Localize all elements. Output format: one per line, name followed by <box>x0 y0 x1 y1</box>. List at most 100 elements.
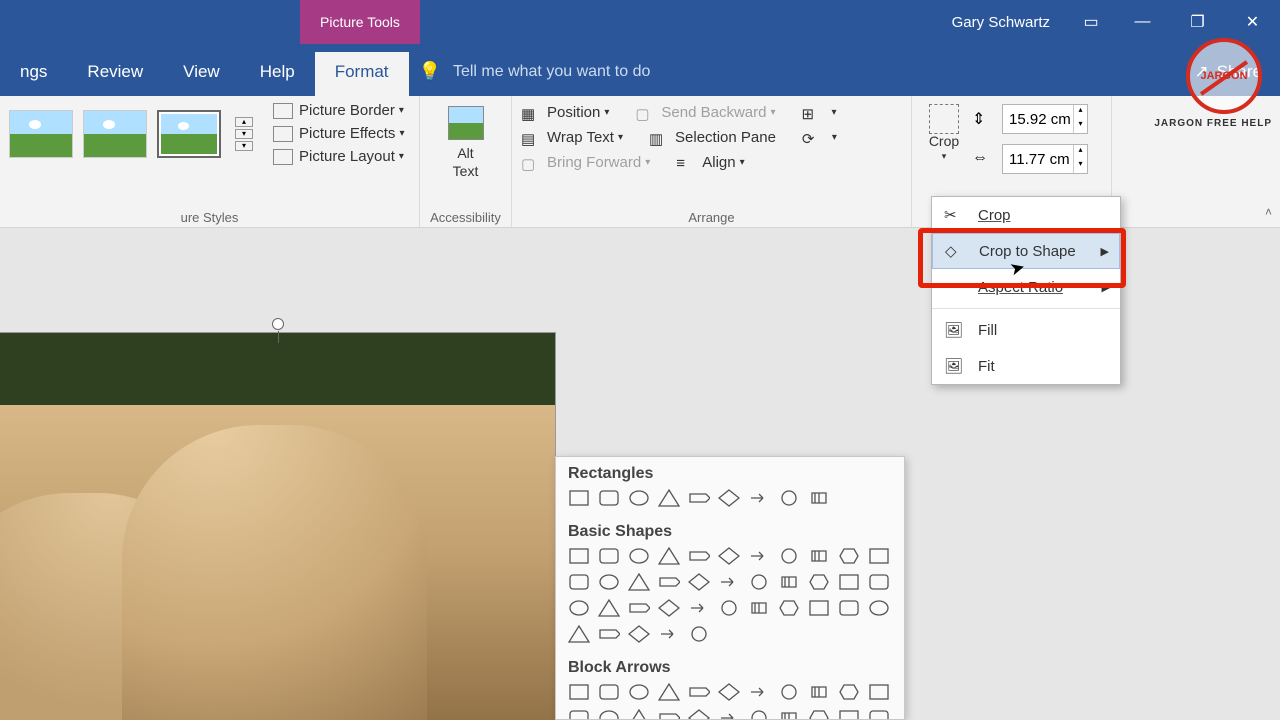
shape-option[interactable] <box>596 707 622 720</box>
shape-option[interactable] <box>866 707 892 720</box>
shape-option[interactable] <box>776 681 802 703</box>
rotate-button[interactable]: ⟳▾ <box>802 129 837 146</box>
shape-option[interactable] <box>686 487 712 509</box>
shape-option[interactable] <box>716 681 742 703</box>
tab-help[interactable]: Help <box>240 52 315 96</box>
shape-option[interactable] <box>806 487 832 509</box>
shape-option[interactable] <box>776 571 802 593</box>
shape-option[interactable] <box>656 597 682 619</box>
shape-option[interactable] <box>566 707 592 720</box>
shape-option[interactable] <box>716 707 742 720</box>
crop-menu-fill[interactable]: 🖼 Fill <box>932 312 1120 348</box>
shape-option[interactable] <box>566 681 592 703</box>
shape-option[interactable] <box>836 707 862 720</box>
shape-option[interactable] <box>656 707 682 720</box>
shape-option[interactable] <box>806 545 832 567</box>
shape-option[interactable] <box>746 681 772 703</box>
shape-option[interactable] <box>686 545 712 567</box>
wrap-text-button[interactable]: ▤Wrap Text▾ <box>521 129 623 146</box>
shape-option[interactable] <box>596 571 622 593</box>
shape-option[interactable] <box>716 571 742 593</box>
shape-option[interactable] <box>626 681 652 703</box>
user-name[interactable]: Gary Schwartz <box>952 14 1050 31</box>
maximize-button[interactable]: ❐ <box>1170 0 1225 44</box>
shape-option[interactable] <box>596 487 622 509</box>
width-input[interactable]: 11.77 cm▴▾ <box>1002 144 1088 174</box>
shape-option[interactable] <box>566 597 592 619</box>
tab-settings-partial[interactable]: ngs <box>0 52 67 96</box>
tab-view[interactable]: View <box>163 52 240 96</box>
shape-option[interactable] <box>596 545 622 567</box>
close-button[interactable]: ✕ <box>1225 0 1280 44</box>
shape-option[interactable] <box>776 597 802 619</box>
selected-picture[interactable] <box>0 333 555 720</box>
shape-option[interactable] <box>866 571 892 593</box>
shape-option[interactable] <box>746 597 772 619</box>
shape-option[interactable] <box>836 545 862 567</box>
minimize-button[interactable]: — <box>1115 0 1170 44</box>
tab-format[interactable]: Format <box>315 52 409 96</box>
crop-menu-fit[interactable]: 🖼 Fit <box>932 348 1120 384</box>
tell-me-search[interactable]: 💡 Tell me what you want to do <box>419 61 651 96</box>
tab-review[interactable]: Review <box>67 52 163 96</box>
shape-option[interactable] <box>866 597 892 619</box>
shape-option[interactable] <box>626 623 652 645</box>
shape-option[interactable] <box>806 571 832 593</box>
alt-text-button[interactable]: Alt Text <box>429 102 502 180</box>
shape-option[interactable] <box>566 487 592 509</box>
shape-option[interactable] <box>866 545 892 567</box>
picture-style-thumb-selected[interactable] <box>157 110 221 158</box>
picture-styles-more-button[interactable]: ▴▾▾ <box>235 117 253 151</box>
rotation-handle[interactable] <box>272 318 284 330</box>
picture-style-thumb[interactable] <box>9 110 73 158</box>
shape-option[interactable] <box>596 681 622 703</box>
shape-option[interactable] <box>806 707 832 720</box>
shape-option[interactable] <box>686 707 712 720</box>
shape-option[interactable] <box>716 597 742 619</box>
shape-option[interactable] <box>656 571 682 593</box>
shape-option[interactable] <box>746 571 772 593</box>
shape-option[interactable] <box>596 623 622 645</box>
shape-option[interactable] <box>686 681 712 703</box>
shape-option[interactable] <box>716 487 742 509</box>
shape-option[interactable] <box>836 597 862 619</box>
shape-option[interactable] <box>566 571 592 593</box>
collapse-ribbon-button[interactable]: ˄ <box>1265 205 1272 219</box>
shape-option[interactable] <box>656 623 682 645</box>
shape-option[interactable] <box>776 487 802 509</box>
contextual-tab-picture-tools[interactable]: Picture Tools <box>300 0 420 44</box>
shape-option[interactable] <box>776 707 802 720</box>
shape-option[interactable] <box>836 681 862 703</box>
shape-option[interactable] <box>626 487 652 509</box>
picture-layout-button[interactable]: Picture Layout▾ <box>273 148 404 165</box>
shape-option[interactable] <box>626 707 652 720</box>
shape-option[interactable] <box>596 597 622 619</box>
position-button[interactable]: ▦Position▾ <box>521 104 609 121</box>
shape-option[interactable] <box>656 487 682 509</box>
ribbon-display-options-icon[interactable]: ▭ <box>1067 0 1115 44</box>
crop-menu-crop-to-shape[interactable]: ◇ Crop to Shape ▶ <box>932 233 1120 269</box>
shape-option[interactable] <box>746 545 772 567</box>
shape-option[interactable] <box>566 623 592 645</box>
shape-option[interactable] <box>746 487 772 509</box>
shape-option[interactable] <box>746 707 772 720</box>
group-button[interactable]: ⊞▾ <box>802 104 837 121</box>
crop-button[interactable]: Crop ▾ <box>921 102 967 164</box>
shape-option[interactable] <box>686 597 712 619</box>
shape-option[interactable] <box>626 571 652 593</box>
shape-option[interactable] <box>686 571 712 593</box>
shape-option[interactable] <box>776 545 802 567</box>
shape-option[interactable] <box>806 681 832 703</box>
align-button[interactable]: ≡Align▾ <box>676 154 744 171</box>
shape-option[interactable] <box>866 681 892 703</box>
shape-option[interactable] <box>656 681 682 703</box>
picture-style-thumb[interactable] <box>83 110 147 158</box>
shape-option[interactable] <box>686 623 712 645</box>
shape-option[interactable] <box>566 545 592 567</box>
picture-effects-button[interactable]: Picture Effects▾ <box>273 125 404 142</box>
shape-option[interactable] <box>836 571 862 593</box>
shape-option[interactable] <box>626 597 652 619</box>
picture-border-button[interactable]: Picture Border▾ <box>273 102 404 119</box>
height-input[interactable]: 15.92 cm▴▾ <box>1002 104 1088 134</box>
crop-menu-crop[interactable]: ✂ Crop <box>932 197 1120 233</box>
